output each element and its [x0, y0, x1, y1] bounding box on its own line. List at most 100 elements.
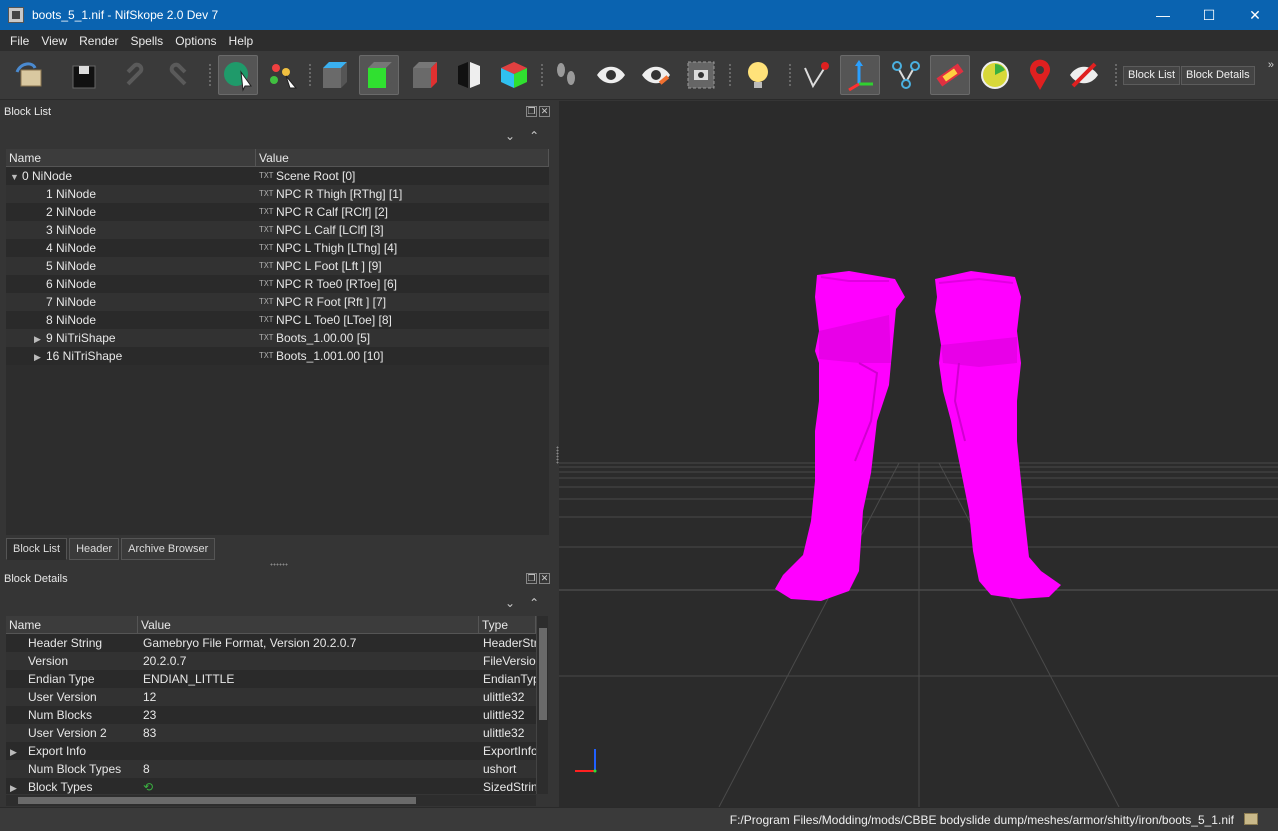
tree-row[interactable]: 1 NiNode TXT NPC R Thigh [RThg] [1]	[6, 185, 549, 203]
tree-row[interactable]: 8 NiNode TXT NPC L Toe0 [LToe] [8]	[6, 311, 549, 329]
field-value[interactable]: 12	[143, 690, 156, 704]
menu-render[interactable]: Render	[73, 34, 124, 48]
window-title: boots_5_1.nif - NifSkope 2.0 Dev 7	[32, 8, 219, 22]
menu-options[interactable]: Options	[169, 34, 222, 48]
column-header-type[interactable]: Type	[479, 616, 536, 633]
details-row[interactable]: Header String Gamebryo File Format, Versi…	[6, 634, 536, 652]
block-list-tree[interactable]: Name Value ▼ 0 NiNode TXT Scene Root [0] 1 N…	[6, 149, 549, 535]
details-row[interactable]: ▶ Block Types ⟲ SizedStrin	[6, 778, 536, 794]
tab-block-list[interactable]: Block List	[6, 538, 68, 560]
block-list-toggle-button[interactable]: Block List	[1123, 66, 1181, 85]
details-row[interactable]: Version 20.2.0.7 FileVersion	[6, 652, 536, 670]
menu-file[interactable]: File	[4, 34, 35, 48]
details-row[interactable]: Num Blocks 23 ulittle32	[6, 706, 536, 724]
lighting-bulb-icon[interactable]	[738, 55, 778, 95]
marker-pin-icon[interactable]	[1020, 55, 1060, 95]
column-header-name[interactable]: Name	[6, 149, 256, 166]
render-viewport[interactable]	[559, 101, 1278, 807]
boot-mesh-right[interactable]	[935, 271, 1061, 599]
axes-gizmo-icon[interactable]	[840, 55, 880, 95]
field-value[interactable]: 23	[143, 708, 156, 722]
perspective-toggle-icon[interactable]	[449, 55, 489, 95]
vertex-normals-icon[interactable]	[796, 55, 836, 95]
float-dock-icon[interactable]: ❐	[526, 106, 537, 117]
block-details-toggle-button[interactable]: Block Details	[1181, 66, 1255, 85]
tree-row[interactable]: ▶ 16 NiTriShape TXT Boots_1.001.00 [10]	[6, 347, 549, 365]
toolbar-grip[interactable]	[208, 63, 212, 87]
collapse-all-icon[interactable]: ⌄	[505, 596, 515, 610]
hide-hidden-eye-icon[interactable]	[1064, 55, 1104, 95]
expand-all-icon[interactable]: ⌃	[529, 129, 539, 143]
timer-icon[interactable]	[975, 55, 1015, 95]
toolbar-extension-icon[interactable]: »	[1268, 59, 1274, 71]
tree-row[interactable]: ▼ 0 NiNode TXT Scene Root [0]	[6, 167, 549, 185]
menu-help[interactable]: Help	[223, 34, 260, 48]
close-dock-icon[interactable]: ✕	[539, 106, 550, 117]
close-dock-icon[interactable]: ✕	[539, 573, 550, 584]
tree-row[interactable]: 3 NiNode TXT NPC L Calf [LClf] [3]	[6, 221, 549, 239]
field-value[interactable]: 20.2.0.7	[143, 654, 186, 668]
tree-row[interactable]: 5 NiNode TXT NPC L Foot [Lft ] [9]	[6, 257, 549, 275]
tab-header[interactable]: Header	[69, 538, 120, 560]
details-horizontal-scrollbar[interactable]	[6, 795, 536, 806]
field-value[interactable]: 8	[143, 762, 150, 776]
maximize-button[interactable]: ☐	[1186, 0, 1232, 30]
view-front-cube-icon[interactable]	[359, 55, 399, 95]
block-details-tree[interactable]: Name Value Type Header String Gamebryo Fi…	[6, 616, 536, 794]
refresh-icon[interactable]: ⟲	[143, 780, 153, 794]
column-header-name[interactable]: Name	[6, 616, 138, 633]
screenshot-camera-icon[interactable]	[681, 55, 721, 95]
toolbar-grip[interactable]	[1114, 63, 1118, 87]
float-dock-icon[interactable]: ❐	[526, 573, 537, 584]
details-row[interactable]: Endian Type ENDIAN_LITTLE EndianTyp	[6, 670, 536, 688]
open-file-icon[interactable]	[10, 55, 50, 95]
user-view-cube-icon[interactable]	[494, 55, 534, 95]
field-value[interactable]: 83	[143, 726, 156, 740]
expand-arrow-icon[interactable]: ▶	[10, 779, 22, 794]
tree-row[interactable]: ▶ 9 NiTriShape TXT Boots_1.00.00 [5]	[6, 329, 549, 347]
show-hidden-eye-icon[interactable]	[591, 55, 631, 95]
tree-row[interactable]: 6 NiNode TXT NPC R Toe0 [RToe] [6]	[6, 275, 549, 293]
tree-row[interactable]: 4 NiNode TXT NPC L Thigh [LThg] [4]	[6, 239, 549, 257]
select-vertex-icon[interactable]	[263, 55, 303, 95]
toolbar-grip[interactable]	[728, 63, 732, 87]
skeleton-nodes-icon[interactable]	[886, 55, 926, 95]
view-top-cube-icon[interactable]	[314, 55, 354, 95]
details-row[interactable]: Num Block Types 8 ushort	[6, 760, 536, 778]
close-button[interactable]: ✕	[1232, 0, 1278, 30]
details-vertical-scrollbar[interactable]	[536, 616, 548, 794]
toolbar-grip[interactable]	[308, 63, 312, 87]
expand-arrow-icon[interactable]: ▶	[34, 330, 46, 347]
minimize-button[interactable]: —	[1140, 0, 1186, 30]
save-file-icon[interactable]	[64, 55, 104, 95]
toolbar-grip[interactable]	[540, 63, 544, 87]
walk-mode-icon[interactable]	[546, 55, 586, 95]
field-value[interactable]: Gamebryo File Format, Version 20.2.0.7	[143, 636, 356, 650]
view-side-cube-icon[interactable]	[404, 55, 444, 95]
field-value[interactable]: ENDIAN_LITTLE	[143, 672, 234, 686]
undo-icon[interactable]	[115, 55, 155, 95]
tab-archive-browser[interactable]: Archive Browser	[121, 538, 216, 560]
dock-splitter[interactable]	[270, 563, 288, 566]
details-row[interactable]: User Version 12 ulittle32	[6, 688, 536, 706]
collision-icon[interactable]	[930, 55, 970, 95]
details-row[interactable]: ▶ Export Info ExportInfo	[6, 742, 536, 760]
select-object-icon[interactable]	[218, 55, 258, 95]
expand-arrow-icon[interactable]: ▼	[10, 168, 22, 185]
toolbar-grip[interactable]	[788, 63, 792, 87]
boot-mesh-left[interactable]	[775, 271, 905, 601]
details-row[interactable]: User Version 2 83 ulittle32	[6, 724, 536, 742]
text-type-icon: TXT	[259, 279, 274, 288]
tree-row[interactable]: 2 NiNode TXT NPC R Calf [RClf] [2]	[6, 203, 549, 221]
column-header-value[interactable]: Value	[138, 616, 479, 633]
collapse-all-icon[interactable]: ⌄	[505, 129, 515, 143]
expand-arrow-icon[interactable]: ▶	[34, 348, 46, 365]
expand-all-icon[interactable]: ⌃	[529, 596, 539, 610]
menu-spells[interactable]: Spells	[125, 34, 170, 48]
show-marker-eye-icon[interactable]	[636, 55, 676, 95]
expand-arrow-icon[interactable]: ▶	[10, 743, 22, 760]
column-header-value[interactable]: Value	[256, 149, 549, 166]
menu-view[interactable]: View	[35, 34, 73, 48]
redo-icon[interactable]	[158, 55, 198, 95]
tree-row[interactable]: 7 NiNode TXT NPC R Foot [Rft ] [7]	[6, 293, 549, 311]
